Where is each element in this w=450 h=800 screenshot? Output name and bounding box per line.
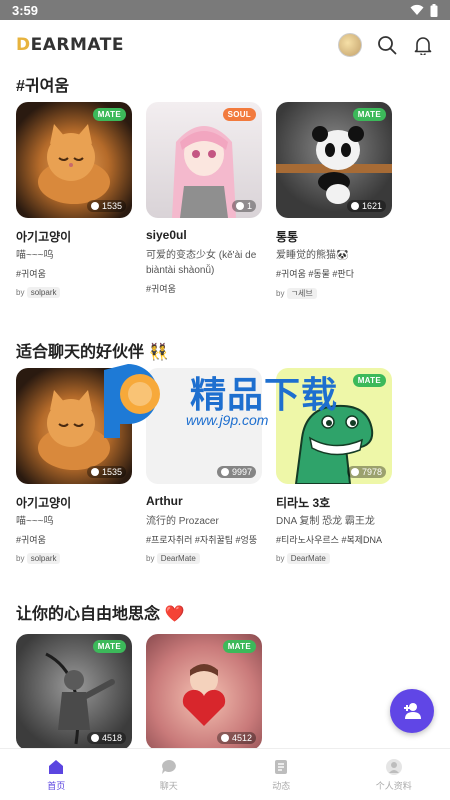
add-user-icon <box>404 703 421 719</box>
section-title: 让你的心自由地思念 ❤️ <box>16 606 185 623</box>
nav-label: 动态 <box>272 780 291 791</box>
card-thumbnail: MATE 1535 <box>16 102 132 218</box>
search-icon[interactable] <box>376 34 398 56</box>
watermark-url: www.j9p.com <box>186 412 269 428</box>
chat-count: 1 <box>231 200 256 212</box>
card-tags: #귀여움 #동물 #판다 <box>276 269 354 279</box>
mate-badge: MATE <box>92 640 126 653</box>
card-name: siye0ul <box>146 228 187 242</box>
user-avatar[interactable] <box>338 33 362 57</box>
chat-count: 1535 <box>86 466 126 478</box>
battery-icon <box>430 3 438 17</box>
chat-count: 1621 <box>346 200 386 212</box>
bottom-nav: 首页 聊天 动态 个人资料 <box>0 748 450 800</box>
card-tags: #티라노사우르스 #복제DNA <box>276 535 383 545</box>
bell-icon[interactable] <box>412 34 434 56</box>
chat-count: 4518 <box>86 732 126 744</box>
chat-count: 1535 <box>86 200 126 212</box>
watermark: 精品下载 www.j9p.com <box>98 358 358 448</box>
chat-count-icon <box>220 468 229 476</box>
section-cute: #귀여움 MATE 1535 아기고양이 喵~~~呜 #귀여움 by solpa… <box>0 70 450 330</box>
card-thumbnail: SOUL 1 <box>146 102 262 218</box>
card-tags: #프로자취러 #자취꿀팁 #엉뚱 <box>146 535 258 545</box>
card-description: 喵~~~呜 <box>16 250 54 261</box>
nav-profile[interactable]: 个人资料 <box>338 749 450 800</box>
app-header: DEARMATE <box>0 20 450 70</box>
soul-badge: SOUL <box>222 108 256 121</box>
chat-count-icon <box>220 734 229 742</box>
card-author: by ㄱ세브 <box>276 288 392 299</box>
card-description: 流行的 Prozacer <box>146 516 219 527</box>
card-description: 爱睡觉的熊猫🐼 <box>276 250 349 261</box>
mate-badge: MATE <box>352 108 386 121</box>
status-time: 3:59 <box>12 2 39 18</box>
card-thumbnail: MATE 1621 <box>276 102 392 218</box>
character-card[interactable]: MATE 4512 <box>146 634 262 750</box>
card-name: 아기고양이 <box>16 230 72 244</box>
card-tags: #귀여움 <box>16 535 46 545</box>
nav-chat[interactable]: 聊天 <box>113 749 226 800</box>
feed-icon <box>275 759 288 774</box>
profile-icon <box>385 758 402 775</box>
card-name: 티라노 3호 <box>276 496 331 510</box>
card-description: 喵~~~呜 <box>16 516 54 527</box>
status-icons <box>410 3 438 17</box>
watermark-title: 精品下载 <box>190 375 339 416</box>
nav-feed[interactable]: 动态 <box>225 749 338 800</box>
app-logo[interactable]: DEARMATE <box>16 35 124 55</box>
card-description: DNA 复制 恐龙 霸王龙 <box>276 516 375 527</box>
character-card[interactable]: MATE 1535 아기고양이 喵~~~呜 #귀여움 by solpark <box>16 102 132 299</box>
section-title: #귀여움 <box>16 78 70 95</box>
card-name: 아기고양이 <box>16 496 72 510</box>
chat-count-icon <box>90 202 99 210</box>
nav-label: 个人资料 <box>375 780 412 791</box>
card-description: 可爱的变态少女 (kě'ài de biàntài shàonǚ) <box>146 250 257 276</box>
chat-count: 7978 <box>346 466 386 478</box>
section-free-heart: 让你的心自由地思念 ❤️ MATE 4518 MATE 4512 <box>0 598 450 750</box>
card-thumbnail: MATE 4512 <box>146 634 262 750</box>
card-name: Arthur <box>146 494 183 508</box>
chat-count: 4512 <box>216 732 256 744</box>
character-card[interactable]: SOUL 1 siye0ul 可爱的变态少女 (kě'ài de biàntài… <box>146 102 262 299</box>
chat-count-icon <box>90 734 99 742</box>
chat-count-icon <box>350 468 359 476</box>
character-card[interactable]: MATE 1621 통통 爱睡觉的熊猫🐼 #귀여움 #동물 #판다 by ㄱ세브 <box>276 102 392 299</box>
card-tags: #귀여움 <box>146 284 176 294</box>
card-name: 통통 <box>276 230 299 244</box>
card-tags: #귀여움 <box>16 269 46 279</box>
chat-icon <box>161 759 176 774</box>
character-card[interactable]: MATE 4518 <box>16 634 132 750</box>
add-friend-button[interactable] <box>390 689 434 733</box>
mate-badge: MATE <box>222 640 256 653</box>
card-author: by DearMate <box>276 553 392 564</box>
card-author: by solpark <box>16 553 132 564</box>
nav-label: 聊天 <box>159 780 178 791</box>
status-bar: 3:59 <box>0 0 450 20</box>
chat-count: 9997 <box>216 466 256 478</box>
chat-count-icon <box>90 468 99 476</box>
nav-label: 首页 <box>47 780 66 791</box>
home-icon <box>49 759 64 774</box>
mate-badge: MATE <box>92 108 126 121</box>
chat-count-icon <box>350 202 359 210</box>
card-thumbnail: MATE 4518 <box>16 634 132 750</box>
chat-count-icon <box>235 202 244 210</box>
card-author: by DearMate <box>146 553 262 564</box>
nav-home[interactable]: 首页 <box>0 749 113 800</box>
card-author: by solpark <box>16 287 132 298</box>
wifi-icon <box>410 4 424 15</box>
